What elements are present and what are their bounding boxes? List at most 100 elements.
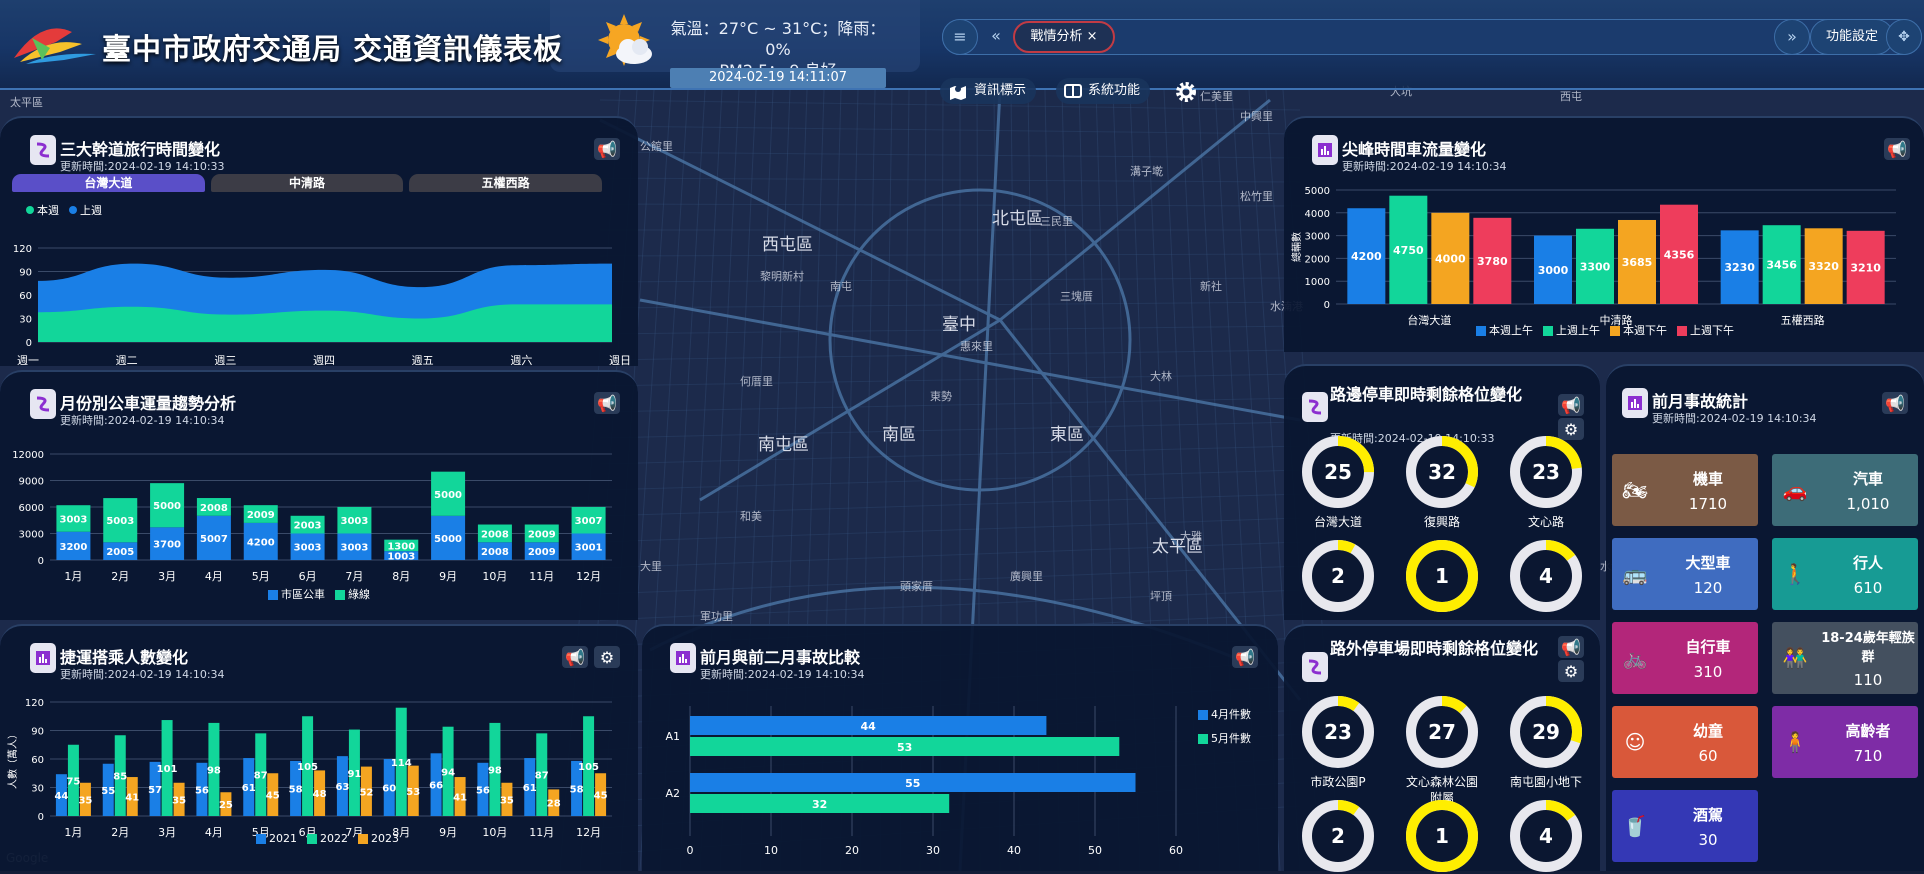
legend-item[interactable]: 上週下午: [1677, 322, 1734, 338]
x-tick-label: 2月: [111, 570, 129, 582]
route-tabs: 台灣大道 中清路 五權西路: [12, 174, 603, 192]
drag-handle-button[interactable]: ✥: [1886, 19, 1922, 55]
bar-value-label: 4356: [1664, 248, 1695, 261]
gear-icon: ⚙: [599, 647, 615, 667]
route-icon: [1302, 652, 1328, 682]
parking-ring-gauge[interactable]: 1: [1404, 798, 1480, 874]
broadcast-button[interactable]: 📢: [1882, 392, 1908, 414]
x-tick-label: 12月: [576, 826, 601, 839]
legend-item[interactable]: 市區公車: [268, 586, 325, 602]
route-icon: [30, 389, 56, 419]
legend-item[interactable]: 4月件數: [1198, 706, 1251, 722]
parking-ring-gauge[interactable]: 1: [1404, 538, 1480, 614]
accident-card[interactable]: 🚲 自行車 310: [1612, 622, 1758, 694]
panel-icon: [1064, 84, 1082, 98]
accident-card-label: 自行車: [1685, 637, 1731, 656]
legend-item[interactable]: 綠線: [335, 586, 370, 602]
map-place-label: 南屯: [830, 280, 852, 293]
ring-value: 25: [1324, 460, 1352, 484]
scroll-left-button[interactable]: «: [978, 19, 1014, 55]
accident-card[interactable]: 🏍 機車 1710: [1612, 454, 1758, 526]
bar-value-label: 3007: [575, 516, 603, 527]
parking-ring-gauge[interactable]: 32: [1404, 434, 1480, 510]
parking-ring-gauge[interactable]: 25: [1300, 434, 1376, 510]
accident-card[interactable]: 🚌 大型車 120: [1612, 538, 1758, 610]
legend-item[interactable]: 上週上午: [1543, 322, 1600, 338]
map-place-label: 溝子墘: [1130, 164, 1163, 178]
parking-ring-gauge[interactable]: 23: [1508, 434, 1584, 510]
y-axis-label: 總輛數: [1290, 232, 1303, 262]
close-icon[interactable]: ×: [1087, 29, 1098, 44]
parking-ring-gauge[interactable]: 2: [1300, 538, 1376, 614]
bar-value-label: 58: [289, 784, 303, 795]
mrt-ridership-chart[interactable]: 0 30 60 90 120 44 75 35 1月 55 85 41 2月 57 101 35 3月 56 98 2…: [0, 692, 638, 840]
tab-taiwan-blvd[interactable]: 台灣大道: [12, 174, 205, 192]
bar-value-label: 91: [347, 769, 361, 780]
megaphone-icon: 📢: [1885, 393, 1905, 413]
accident-card[interactable]: 🚗 汽車 1,010: [1772, 454, 1918, 526]
accident-card[interactable]: 🚶 行人 610: [1772, 538, 1918, 610]
legend-item[interactable]: 本週下午: [1610, 322, 1667, 338]
y-tick-label: 30: [31, 784, 44, 795]
x-tick-label: 4月: [205, 570, 223, 582]
parking-ring-gauge[interactable]: 4: [1508, 798, 1584, 874]
info-label-button[interactable]: 資訊標示: [940, 78, 1037, 104]
settings-gear-icon[interactable]: [1174, 80, 1198, 104]
legend-item[interactable]: 本週: [26, 202, 59, 218]
function-settings-button[interactable]: 功能設定: [1810, 19, 1894, 55]
peak-traffic-chart[interactable]: 0 1000 2000 3000 4000 5000 4200 4750 4000 3780 台灣大…: [1284, 178, 1924, 328]
parking-ring-gauge[interactable]: 2: [1300, 798, 1376, 874]
accident-comparison-chart[interactable]: 0 10 20 30 40 50 60 A1 44 53 A2 55 32: [642, 686, 1202, 866]
bar-value-label: 61: [523, 783, 537, 794]
broadcast-button[interactable]: 📢: [562, 646, 588, 668]
chart-legend: 市區公車 綠線: [268, 586, 370, 602]
broadcast-button[interactable]: 📢: [594, 392, 620, 414]
accident-card[interactable]: ☺ 幼童 60: [1612, 706, 1758, 778]
panel-title: 路邊停車即時剩餘格位變化: [1330, 385, 1523, 404]
legend-item[interactable]: 5月件數: [1198, 730, 1251, 746]
broadcast-button[interactable]: 📢: [1558, 636, 1584, 658]
system-function-button[interactable]: 系統功能: [1056, 78, 1151, 104]
move-icon: ✥: [1898, 29, 1910, 45]
bar-value-label: 32: [812, 798, 827, 811]
bar-value-label: 3320: [1808, 260, 1839, 273]
settings-button[interactable]: ⚙: [1558, 660, 1584, 682]
accident-comparison-panel: 前月與前二月事故比較 更新時間:2024-02-19 14:10:34 📢 0 1…: [642, 624, 1278, 871]
megaphone-icon: 📢: [597, 139, 617, 159]
bar-value-label: 61: [242, 783, 256, 794]
scroll-right-button[interactable]: »: [1774, 19, 1810, 55]
broadcast-button[interactable]: 📢: [1232, 646, 1258, 668]
accident-card[interactable]: 🥤 酒駕 30: [1612, 790, 1758, 862]
parking-ring-gauge[interactable]: 29: [1508, 694, 1584, 770]
bus-volume-chart[interactable]: 0 3000 6000 9000 12000 3200 3003 1月 2005 5003 2月 37…: [0, 432, 638, 582]
bar-value-label: 2009: [528, 547, 556, 558]
broadcast-button[interactable]: 📢: [594, 138, 620, 160]
map-district-label: 西屯區: [762, 235, 813, 255]
menu-button[interactable]: ≡: [942, 19, 978, 55]
tab-wuquan-w-rd[interactable]: 五權西路: [409, 174, 603, 192]
tab-zhongqing-rd[interactable]: 中清路: [210, 174, 404, 192]
parking-ring-gauge[interactable]: 23: [1300, 694, 1376, 770]
legend-item[interactable]: 2023: [358, 832, 399, 845]
map-place-label: 廣興里: [1010, 569, 1043, 583]
accident-card[interactable]: 👫 18-24歲年輕族群 110: [1772, 622, 1918, 694]
bar-value-label: 75: [66, 776, 80, 787]
broadcast-button[interactable]: 📢: [1558, 394, 1584, 416]
bus-icon: 🚌: [1622, 562, 1648, 586]
accident-card[interactable]: 🧍 高齡者 710: [1772, 706, 1918, 778]
legend-item[interactable]: 上週: [69, 202, 102, 218]
legend-item[interactable]: 2021: [256, 832, 297, 845]
parking-ring-gauge[interactable]: 27: [1404, 694, 1480, 770]
legend-item[interactable]: 本週上午: [1476, 322, 1533, 338]
settings-button[interactable]: ⚙: [594, 646, 620, 668]
parking-ring-gauge[interactable]: 4: [1508, 538, 1584, 614]
accident-card-label: 機車: [1692, 469, 1723, 488]
map-place-label: 大雅: [1180, 529, 1202, 543]
tab-label: 戰情分析: [1030, 29, 1083, 44]
legend-item[interactable]: 2022: [307, 832, 348, 845]
tab-battle-analysis[interactable]: 戰情分析 ×: [1013, 21, 1115, 53]
motorcycle-icon: 🏍: [1622, 478, 1648, 502]
travel-time-chart[interactable]: 0 30 60 90 120 週一 週二 週三 週四 週五 週六 週日: [0, 228, 638, 368]
ring-value: 23: [1324, 720, 1352, 744]
broadcast-button[interactable]: 📢: [1884, 138, 1910, 160]
